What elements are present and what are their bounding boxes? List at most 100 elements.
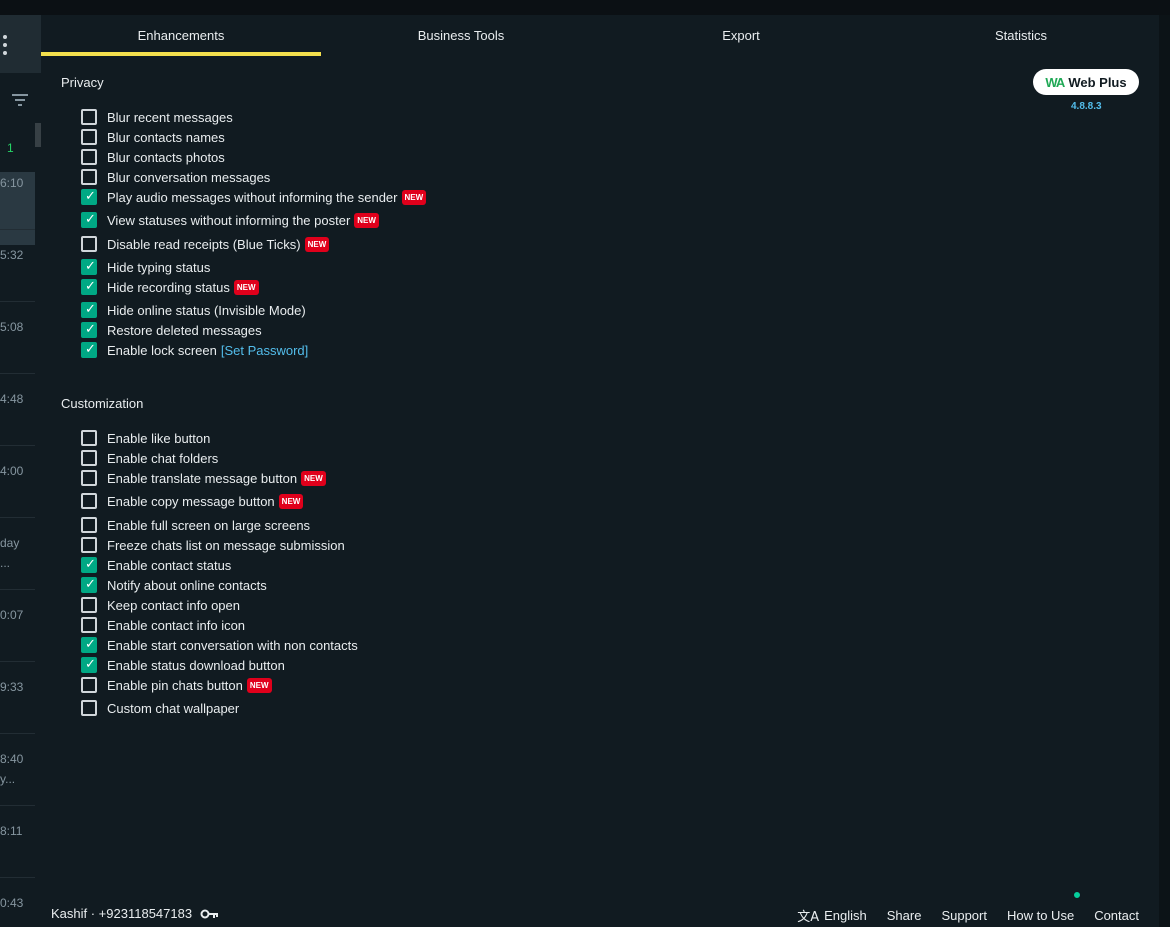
chat-divider — [0, 661, 35, 662]
option-blur-contacts-photos[interactable]: Blur contacts photos — [81, 147, 225, 167]
chat-divider — [0, 733, 35, 734]
checkbox[interactable] — [81, 700, 97, 716]
option-label: Freeze chats list on message submission — [107, 537, 345, 553]
option-enable-start-conversation-with-non-contacts[interactable]: Enable start conversation with non conta… — [81, 635, 358, 655]
checkbox[interactable] — [81, 657, 97, 673]
customization-section-title: Customization — [61, 396, 144, 411]
option-label: Blur contacts names — [107, 129, 225, 145]
checkbox[interactable] — [81, 149, 97, 165]
key-icon[interactable] — [200, 909, 219, 919]
contact-link[interactable]: Contact — [1094, 906, 1139, 925]
checkbox[interactable] — [81, 637, 97, 653]
checkbox[interactable] — [81, 577, 97, 593]
language-selector[interactable]: 文A English — [797, 906, 867, 925]
language-label: English — [824, 908, 867, 923]
option-keep-contact-info-open[interactable]: Keep contact info open — [81, 595, 240, 615]
option-label: Play audio messages without informing th… — [107, 189, 398, 205]
option-label: Enable chat folders — [107, 450, 219, 466]
tab-export[interactable]: Export — [601, 15, 881, 56]
option-enable-lock-screen[interactable]: Enable lock screen [Set Password] — [81, 340, 308, 360]
option-label: Blur contacts photos — [107, 149, 225, 165]
checkbox[interactable] — [81, 302, 97, 318]
checkbox[interactable] — [81, 537, 97, 553]
checkbox[interactable] — [81, 597, 97, 613]
chat-divider — [0, 877, 35, 878]
option-hide-recording-status[interactable]: Hide recording statusNEW — [81, 277, 259, 297]
chat-time: 9:33 — [0, 680, 24, 694]
checkbox[interactable] — [81, 342, 97, 358]
option-enable-status-download-button[interactable]: Enable status download button — [81, 655, 285, 675]
option-enable-translate-message-button[interactable]: Enable translate message button NEW — [81, 468, 326, 488]
option-blur-conversation-messages[interactable]: Blur conversation messages — [81, 167, 270, 187]
option-blur-contacts-names[interactable]: Blur contacts names — [81, 127, 225, 147]
set-password-link[interactable]: [Set Password] — [221, 343, 308, 358]
chat-divider — [0, 589, 35, 590]
how-to-use-link[interactable]: How to Use — [1007, 891, 1082, 925]
checkbox[interactable] — [81, 470, 97, 486]
wa-logo: WA — [1045, 74, 1065, 90]
filter-icon[interactable] — [12, 94, 28, 106]
option-enable-contact-info-icon[interactable]: Enable contact info icon — [81, 615, 245, 635]
checkbox[interactable] — [81, 557, 97, 573]
option-enable-contact-status[interactable]: Enable contact status — [81, 555, 231, 575]
checkbox[interactable] — [81, 450, 97, 466]
support-link[interactable]: Support — [941, 906, 987, 925]
checkbox[interactable] — [81, 322, 97, 338]
option-label: Enable contact info icon — [107, 617, 246, 633]
option-enable-like-button[interactable]: Enable like button — [81, 428, 210, 448]
option-enable-pin-chats-button[interactable]: Enable pin chats button NEW — [81, 675, 272, 695]
tab-statistics[interactable]: Statistics — [881, 15, 1161, 56]
option-enable-copy-message-button[interactable]: Enable copy message button NEW — [81, 491, 304, 511]
share-link[interactable]: Share — [887, 906, 922, 925]
option-notify-about-online-contacts[interactable]: Notify about online contacts — [81, 575, 267, 595]
checkbox[interactable] — [81, 517, 97, 533]
chat-time: 4:00 — [0, 464, 24, 478]
checkbox[interactable] — [81, 212, 97, 228]
option-freeze-chats-list-on-message-submission[interactable]: Freeze chats list on message submission — [81, 535, 345, 555]
checkbox[interactable] — [81, 109, 97, 125]
checkbox[interactable] — [81, 279, 97, 295]
option-blur-recent-messages[interactable]: Blur recent messages — [81, 107, 233, 127]
checkbox[interactable] — [81, 677, 97, 693]
chat-time: y... — [0, 772, 16, 786]
new-badge: NEW — [233, 279, 259, 295]
option-disable-read-receipts-blue-ticks[interactable]: Disable read receipts (Blue Ticks) NEW — [81, 234, 330, 254]
footer-user: Kashif · +923118547183 — [51, 906, 219, 921]
checkbox[interactable] — [81, 430, 97, 446]
chat-time: ... — [0, 556, 11, 570]
menu-icon[interactable] — [2, 35, 8, 55]
chat-divider — [0, 445, 35, 446]
checkbox[interactable] — [81, 493, 97, 509]
checkbox[interactable] — [81, 617, 97, 633]
translate-icon: 文A — [797, 910, 820, 925]
option-label: Enable status download button — [107, 657, 285, 673]
option-label: Enable like button — [107, 430, 211, 446]
privacy-section-title: Privacy — [61, 75, 104, 90]
option-custom-chat-wallpaper[interactable]: Custom chat wallpaper — [81, 698, 239, 718]
tab-business-tools[interactable]: Business Tools — [321, 15, 601, 56]
checkbox[interactable] — [81, 236, 97, 252]
option-enable-full-screen-on-large-screens[interactable]: Enable full screen on large screens — [81, 515, 310, 535]
chat-divider — [0, 301, 35, 302]
new-badge: NEW — [354, 212, 379, 228]
tab-bar: Enhancements Business Tools Export Stati… — [41, 15, 1159, 56]
option-hide-typing-status[interactable]: Hide typing status — [81, 257, 210, 277]
checkbox[interactable] — [81, 129, 97, 145]
option-restore-deleted-messages[interactable]: Restore deleted messages — [81, 320, 262, 340]
option-enable-chat-folders[interactable]: Enable chat folders — [81, 448, 218, 468]
checkbox[interactable] — [81, 259, 97, 275]
option-label: Keep contact info open — [107, 597, 240, 613]
option-play-audio-messages-without-informing-the-sender[interactable]: Play audio messages without informing th… — [81, 187, 427, 207]
tab-enhancements[interactable]: Enhancements — [41, 15, 321, 56]
option-view-statuses-without-informing-the-poster[interactable]: View statuses without informing the post… — [81, 210, 379, 230]
option-hide-online-status-invisible-mode[interactable]: Hide online status (Invisible Mode) — [81, 300, 306, 320]
option-label: Enable start conversation with non conta… — [107, 637, 358, 653]
checkbox[interactable] — [81, 169, 97, 185]
chat-time: 8:40 — [0, 752, 24, 766]
checkbox[interactable] — [81, 189, 97, 205]
notification-dot — [1073, 891, 1082, 899]
brand-badge: WA Web Plus — [1033, 69, 1139, 95]
option-label: Enable contact status — [107, 557, 232, 573]
chat-time: 4:48 — [0, 392, 24, 406]
enhancements-panel: Enhancements Business Tools Export Stati… — [41, 15, 1159, 927]
